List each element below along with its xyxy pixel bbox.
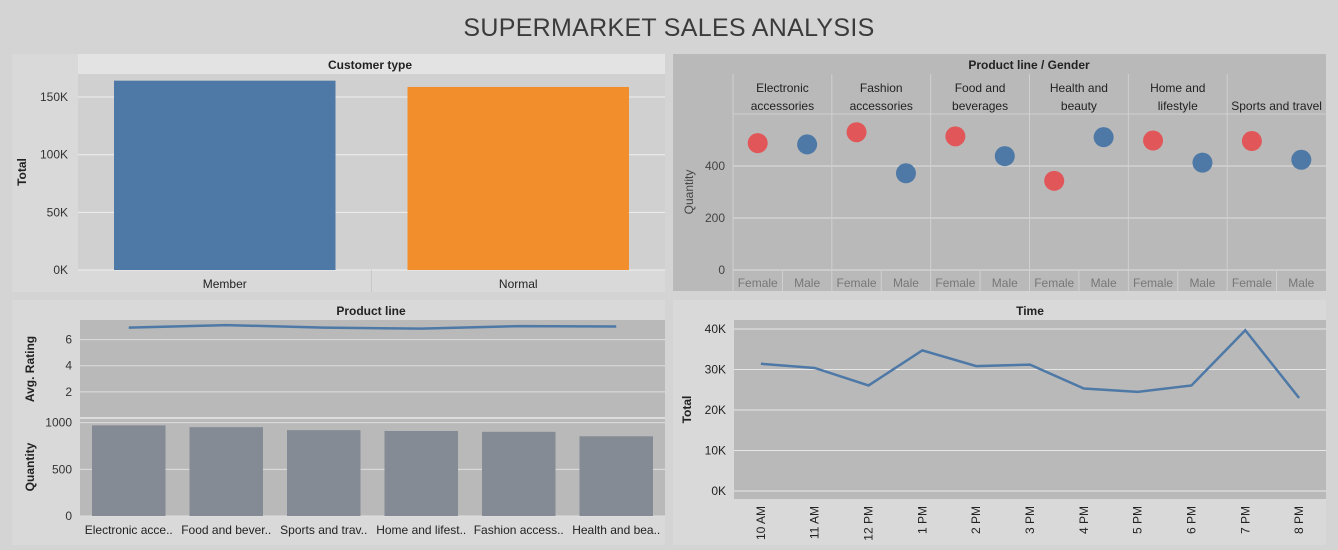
x-tick-label: 5 PM (1131, 506, 1145, 534)
category-header: Health and (1050, 81, 1108, 95)
chart-title: Product line (336, 304, 406, 318)
bar (407, 86, 629, 270)
category-header: Food and (955, 81, 1006, 95)
x-tick-label: 8 PM (1292, 506, 1306, 534)
category-header: lifestyle (1158, 99, 1198, 113)
data-point (994, 146, 1015, 167)
data-point (945, 126, 966, 147)
x-tick-label: Female (837, 276, 877, 290)
product-line-chart: Product line 2 4 6 Avg. Rating 0 500 1000 Quanti… (12, 300, 665, 545)
chart-title: Product line / Gender (968, 58, 1090, 72)
dashboard-title: SUPERMARKET SALES ANALYSIS (463, 14, 875, 42)
data-point (747, 133, 768, 154)
x-tick-label: Male (893, 276, 919, 290)
y-tick-label: 1000 (45, 416, 72, 430)
y-tick-label: 0 (718, 263, 725, 277)
y-tick-label: 0K (711, 484, 726, 498)
x-tick-label: Electronic acce.. (85, 523, 173, 537)
x-tick-label: Home and lifest.. (376, 523, 466, 537)
x-tick-label: 7 PM (1238, 506, 1252, 534)
x-tick-label: 10 AM (754, 506, 768, 540)
x-tick-label: Food and bever.. (181, 523, 271, 537)
bar (92, 425, 166, 516)
data-point (1044, 170, 1065, 191)
category-header: accessories (850, 99, 913, 113)
y-tick-label: 150K (40, 90, 68, 104)
data-point (846, 122, 867, 143)
x-tick-label: Male (1189, 276, 1215, 290)
x-tick-label: Female (738, 276, 778, 290)
chart-title: Customer type (328, 58, 412, 72)
data-point (797, 134, 818, 155)
category-header: Electronic (756, 81, 809, 95)
y-tick-label: 10K (705, 444, 726, 458)
y-axis-label: Avg. Rating (23, 336, 37, 402)
y-tick-label: 50K (47, 205, 68, 219)
y-tick-label: 2 (65, 385, 72, 399)
x-tick-label: Sports and trav.. (280, 523, 367, 537)
y-tick-label: 0 (65, 509, 72, 523)
bar (384, 430, 458, 516)
x-tick-label: Male (1091, 276, 1117, 290)
bar (287, 430, 361, 516)
x-tick-label: Fashion access.. (474, 523, 564, 537)
x-tick-label: Female (1232, 276, 1272, 290)
x-tick-label: 1 PM (915, 506, 929, 534)
y-tick-label: 100K (40, 148, 68, 162)
category-header: Sports and travel (1231, 99, 1322, 113)
category-header: beverages (952, 99, 1008, 113)
y-axis-label: Total (15, 158, 29, 186)
y-tick-label: 0K (53, 263, 68, 277)
y-tick-label: 400 (705, 159, 725, 173)
y-tick-label: 200 (705, 211, 725, 225)
y-tick-label: 4 (65, 359, 72, 373)
x-tick-label: 3 PM (1023, 506, 1037, 534)
bar (579, 436, 653, 516)
y-axis-label: Quantity (23, 442, 37, 491)
data-point (1143, 130, 1164, 151)
y-tick-label: 500 (52, 462, 72, 476)
x-tick-label: Normal (499, 277, 538, 291)
data-point (895, 163, 916, 184)
chart-title: Time (1016, 304, 1044, 318)
data-point (1093, 127, 1114, 148)
x-tick-label: Female (935, 276, 975, 290)
x-tick-label: 6 PM (1184, 506, 1198, 534)
customer-type-chart: Customer type 0K 50K 100K 150K Total Member Nor… (12, 54, 665, 292)
x-tick-label: Member (203, 277, 247, 291)
bar (114, 80, 336, 270)
category-header: Home and (1150, 81, 1205, 95)
y-tick-label: 30K (705, 363, 726, 377)
category-header: beauty (1061, 99, 1097, 113)
bar (189, 427, 263, 516)
x-tick-label: Male (794, 276, 820, 290)
x-tick-label: 11 AM (808, 506, 822, 539)
x-tick-label: 2 PM (969, 506, 983, 534)
product-gender-chart: Product line / Gender 0 200 400 Quantity Elec… (673, 54, 1326, 291)
y-axis-label: Quantity (682, 170, 696, 215)
category-header: Fashion (860, 81, 903, 95)
x-tick-label: Male (992, 276, 1018, 290)
x-tick-label: Female (1133, 276, 1173, 290)
y-axis-label: Total (680, 396, 694, 424)
x-tick-label: Health and bea.. (572, 523, 660, 537)
data-point (1291, 149, 1312, 170)
x-tick-label: Female (1034, 276, 1074, 290)
category-header: accessories (751, 99, 814, 113)
x-tick-label: 4 PM (1077, 506, 1091, 534)
x-tick-label: 12 PM (862, 506, 876, 541)
y-tick-label: 40K (705, 322, 726, 336)
data-point (1241, 131, 1262, 152)
time-chart: Time 0K 10K 20K 30K 40K Total 10 AM 11 AM 12 PM 1 … (673, 300, 1326, 545)
y-tick-label: 20K (705, 403, 726, 417)
bar (482, 431, 556, 516)
y-tick-label: 6 (65, 333, 72, 347)
data-point (1192, 152, 1213, 173)
x-tick-label: Male (1288, 276, 1314, 290)
